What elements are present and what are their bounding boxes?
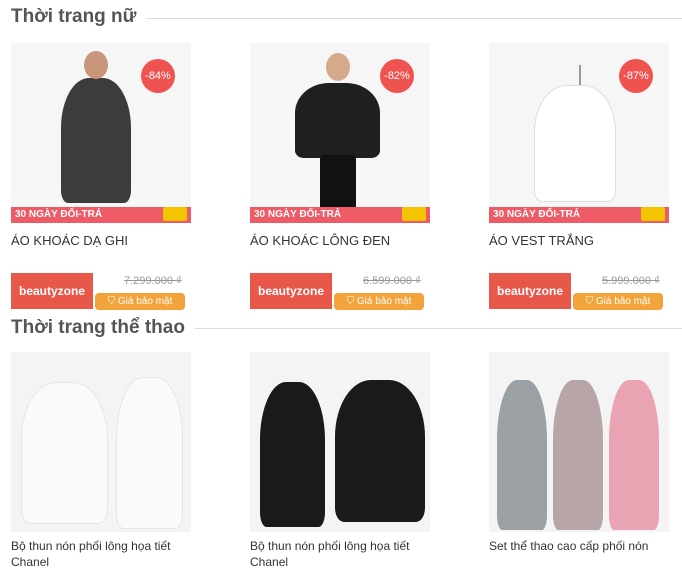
discount-badge: -87% xyxy=(619,59,653,93)
old-price: 6.599.000 ₫ xyxy=(363,275,421,287)
hoodie-back-shape xyxy=(21,382,108,524)
product-card[interactable]: Bộ thun nón phối lông họa tiết Chanel xyxy=(11,352,206,569)
brand-logo: beautyzone xyxy=(11,273,93,309)
coat-shape xyxy=(61,78,131,203)
old-price: 7.299.000 ₫ xyxy=(124,275,182,287)
product-name[interactable]: Set thể thao cao cấp phối nón xyxy=(489,538,679,554)
secret-price-button[interactable]: ⛉ Giá bảo mật xyxy=(95,293,185,310)
product-name[interactable]: ÁO KHOÁC LÔNG ĐEN xyxy=(250,233,445,248)
fur-jacket-shape xyxy=(295,83,380,158)
product-image[interactable]: -82% 30 NGÀY ĐỔI-TRẢ xyxy=(250,43,430,223)
model-head xyxy=(326,53,350,81)
discount-badge: -82% xyxy=(380,59,414,93)
tracksuit-back-shape xyxy=(335,380,425,522)
product-card[interactable]: -87% 30 NGÀY ĐỔI-TRẢ ÁO VEST TRẮNG beaut… xyxy=(489,43,682,310)
model-head xyxy=(84,51,108,79)
truck-icon xyxy=(163,207,187,221)
section-title: Thời trang nữ xyxy=(11,6,147,28)
secret-price-button[interactable]: ⛉ Giá bảo mật xyxy=(573,293,663,310)
model-right-shape xyxy=(609,380,659,530)
tracksuit-front-shape xyxy=(260,382,325,527)
product-name[interactable]: ÁO KHOÁC DẠ GHI xyxy=(11,233,206,248)
model-middle-shape xyxy=(553,380,603,530)
vest-shape xyxy=(534,85,616,202)
old-price: 5.999.000 ₫ xyxy=(602,275,660,287)
discount-badge: -84% xyxy=(141,59,175,93)
secret-price-button[interactable]: ⛉ Giá bảo mật xyxy=(334,293,424,310)
truck-icon xyxy=(641,207,665,221)
hoodie-front-shape xyxy=(116,377,183,529)
shield-icon: ⛉ xyxy=(107,296,118,307)
section-title: Thời trang thể thao xyxy=(11,317,195,339)
model-left-shape xyxy=(497,380,547,530)
brand-logo: beautyzone xyxy=(489,273,571,309)
product-image[interactable]: -84% 30 NGÀY ĐỔI-TRẢ xyxy=(11,43,191,223)
shield-icon: ⛉ xyxy=(585,296,596,307)
truck-icon xyxy=(402,207,426,221)
brand-logo: beautyzone xyxy=(250,273,332,309)
product-name[interactable]: ÁO VEST TRẮNG xyxy=(489,233,682,248)
product-image[interactable] xyxy=(489,352,669,532)
product-image[interactable] xyxy=(11,352,191,532)
product-image[interactable] xyxy=(250,352,430,532)
shield-icon: ⛉ xyxy=(346,296,357,307)
hanger-shape xyxy=(579,65,581,85)
product-card[interactable]: Set thể thao cao cấp phối nón xyxy=(489,352,682,553)
product-card[interactable]: -82% 30 NGÀY ĐỔI-TRẢ ÁO KHOÁC LÔNG ĐEN b… xyxy=(250,43,445,310)
product-name[interactable]: Bộ thun nón phối lông họa tiết Chanel xyxy=(11,538,201,570)
product-image[interactable]: -87% 30 NGÀY ĐỔI-TRẢ xyxy=(489,43,669,223)
product-card[interactable]: Bộ thun nón phối lông họa tiết Chanel xyxy=(250,352,445,569)
product-name[interactable]: Bộ thun nón phối lông họa tiết Chanel xyxy=(250,538,440,570)
product-card[interactable]: -84% 30 NGÀY ĐỔI-TRẢ ÁO KHOÁC DẠ GHI bea… xyxy=(11,43,206,310)
